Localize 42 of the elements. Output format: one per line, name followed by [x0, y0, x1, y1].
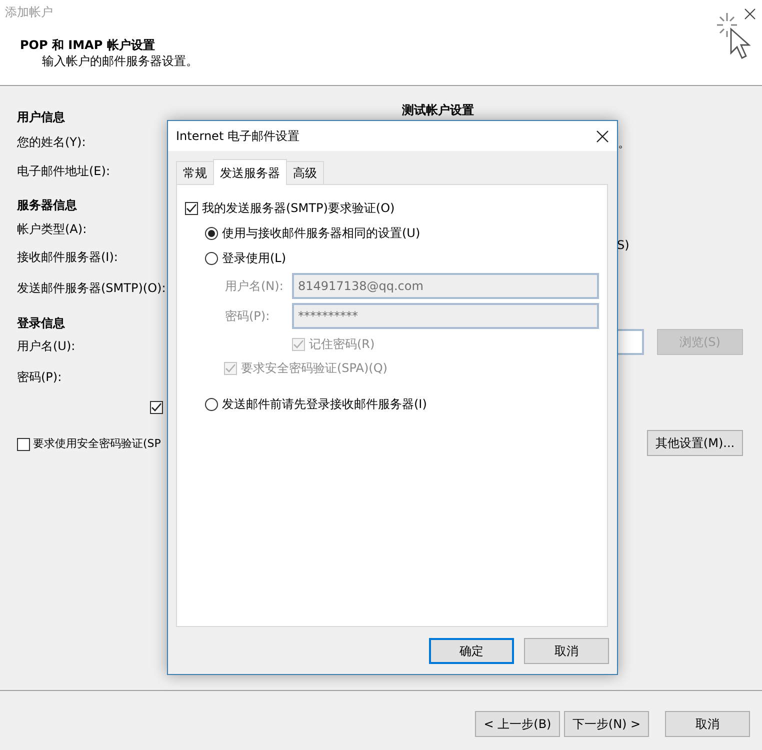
field-label: 用户名(U): — [17, 338, 76, 355]
more-settings-button[interactable]: 其他设置(M)... — [647, 430, 743, 456]
tab[interactable]: 常规 — [176, 161, 214, 184]
checkbox[interactable] — [150, 400, 163, 414]
field-label: 密码(P): — [225, 308, 271, 325]
page-subtitle: 输入帐户的邮件服务器设置。 — [42, 53, 198, 69]
page-title: POP 和 IMAP 帐户设置 — [20, 37, 156, 53]
radio-label: 使用与接收邮件服务器相同的设置(U) — [222, 225, 420, 242]
radio-label: 发送邮件前请先登录接收邮件服务器(I) — [222, 396, 427, 413]
input-field[interactable] — [615, 329, 644, 355]
radio-button[interactable] — [205, 252, 218, 264]
field-label: 接收邮件服务器(I): — [17, 249, 118, 266]
field-label: 电子邮件地址(E): — [17, 163, 110, 180]
text-fragment: 。 — [618, 135, 630, 152]
dialog-button[interactable]: 确定 — [429, 638, 514, 664]
tab[interactable]: 发送服务器 — [213, 159, 287, 185]
radio-button[interactable] — [205, 226, 218, 240]
checkbox[interactable] — [185, 202, 198, 214]
field-label: 您的姓名(Y): — [17, 134, 86, 151]
radio-label: 登录使用(L) — [222, 250, 286, 267]
wizard-button[interactable]: 下一步(N) > — [564, 711, 649, 737]
checkbox-label: 要求安全密码验证(SPA)(Q) — [241, 360, 388, 377]
section-heading: 用户信息 — [17, 109, 65, 126]
wizard-button[interactable]: 取消 — [665, 711, 750, 737]
section-heading: 服务器信息 — [17, 197, 77, 214]
section-heading: 登录信息 — [17, 315, 65, 332]
checkbox-label: 记住密码(R) — [309, 336, 375, 353]
field-label: 密码(P): — [17, 369, 62, 386]
field-label: 帐户类型(A): — [17, 221, 87, 238]
checkbox-label: 要求使用安全密码验证(SP — [33, 436, 161, 452]
section-heading: 测试帐户设置 — [402, 102, 475, 119]
dialog-button[interactable]: 取消 — [524, 638, 609, 664]
radio-button[interactable] — [205, 398, 218, 410]
window-title: 添加帐户 — [5, 4, 53, 21]
field-label: 用户名(N): — [225, 278, 284, 295]
wizard-button[interactable]: < 上一步(B) — [475, 711, 560, 737]
text-fragment: S) — [617, 237, 630, 254]
checkbox[interactable] — [17, 438, 30, 450]
dialog-title: Internet 电子邮件设置 — [176, 128, 300, 145]
field-label: 发送邮件服务器(SMTP)(O): — [17, 280, 166, 297]
tab[interactable]: 高级 — [286, 161, 324, 184]
checkbox-label: 我的发送服务器(SMTP)要求验证(O) — [202, 200, 395, 217]
